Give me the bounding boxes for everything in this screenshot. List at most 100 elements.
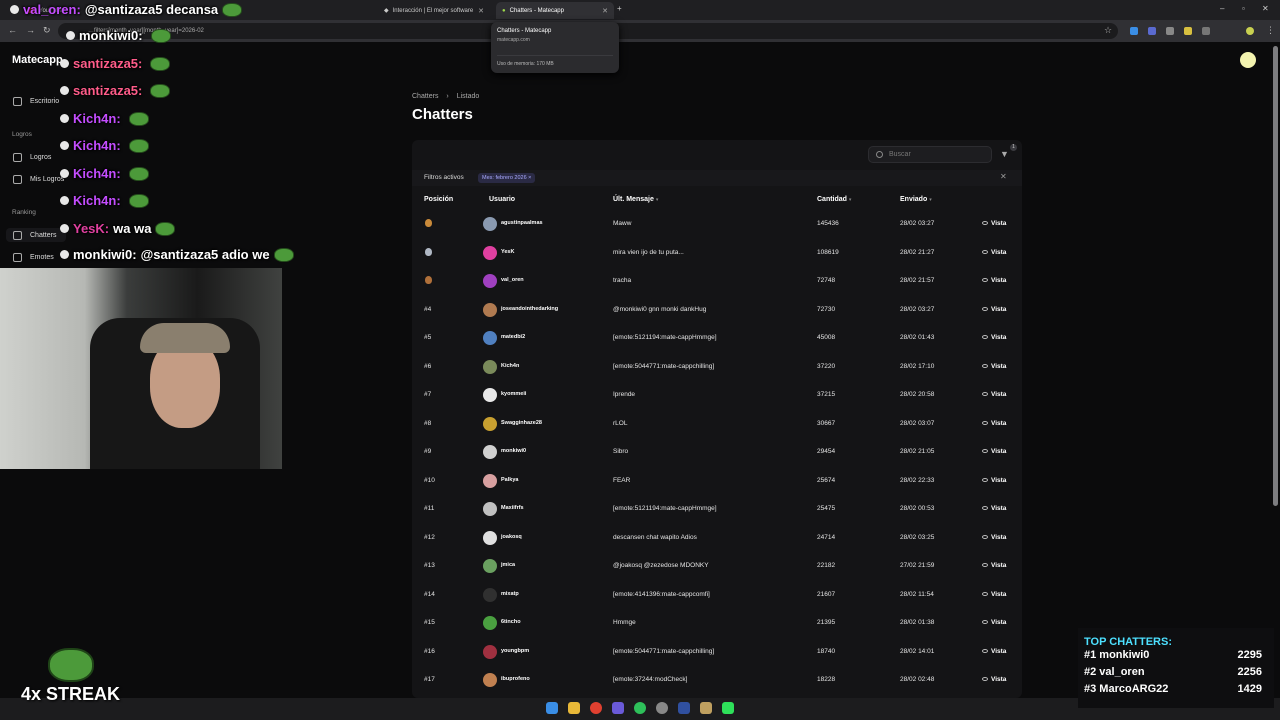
row-username: kyommeii [501, 391, 527, 397]
row-position: #7 [424, 391, 432, 398]
filter-chip-month[interactable]: Mes: febrero 2026 × [478, 173, 536, 183]
row-count: 72730 [817, 305, 836, 313]
close-tab-icon[interactable]: ✕ [602, 7, 608, 15]
chat-username: YesK: [73, 221, 110, 236]
view-button[interactable]: Vista [982, 676, 1006, 683]
search-placeholder: Buscar [889, 151, 911, 158]
view-button[interactable]: Vista [982, 420, 1006, 427]
view-label: Vista [991, 419, 1007, 427]
table-row: #15 6tincho Hmmge 21395 28/02 01:38 Vista [412, 609, 1022, 638]
view-button[interactable]: Vista [982, 391, 1006, 398]
close-tab-icon[interactable]: ✕ [478, 7, 484, 15]
theme-toggle-button[interactable] [1240, 52, 1256, 68]
close-window-icon[interactable]: ✕ [1262, 4, 1269, 13]
row-count: 72748 [817, 277, 836, 284]
view-button[interactable]: Vista [982, 249, 1006, 256]
column-header-ultimo-mensaje[interactable]: Últ. Mensaje ▾ [613, 196, 658, 203]
view-button[interactable]: Vista [982, 363, 1006, 370]
chat-username: monkiwi0: [79, 28, 143, 43]
page-scrollbar[interactable] [1273, 46, 1278, 506]
chat-text: @santizaza5 decansa [84, 2, 219, 17]
avatar [483, 331, 497, 345]
extension-icon[interactable] [1148, 27, 1156, 35]
minimize-icon[interactable]: – [1220, 4, 1224, 13]
search-input[interactable]: Buscar [868, 146, 992, 163]
extensions-puzzle-icon[interactable] [1202, 27, 1210, 35]
chrome-icon[interactable] [590, 702, 602, 714]
filter-icon[interactable]: ▼ [1000, 149, 1009, 159]
row-username: monkiwi0 [501, 448, 527, 454]
view-button[interactable]: Vista [982, 306, 1006, 313]
view-label: Vista [991, 590, 1007, 598]
row-last-message: [emote:5121194:mate-cappHmmge] [613, 334, 717, 341]
table-row: #7 kyommeii Iprende 37215 28/02 20:58 Vista [412, 381, 1022, 410]
view-button[interactable]: Vista [982, 562, 1006, 569]
maximize-icon[interactable]: ▫ [1242, 4, 1245, 13]
steam-icon[interactable] [678, 702, 690, 714]
eye-icon [982, 563, 988, 568]
extension-icon[interactable] [1166, 27, 1174, 35]
breadcrumb-chatters-link[interactable]: Chatters [412, 93, 438, 100]
remove-filter-icon[interactable]: × [528, 175, 531, 181]
row-sent-date: 27/02 21:59 [900, 562, 935, 569]
view-button[interactable]: Vista [982, 648, 1006, 655]
obs-icon[interactable] [656, 702, 668, 714]
row-count: 18228 [817, 676, 836, 683]
view-button[interactable]: Vista [982, 477, 1006, 484]
extension-icon[interactable] [1184, 27, 1192, 35]
row-sent-date: 28/02 01:43 [900, 334, 935, 341]
row-username: Swagginhaze28 [501, 419, 542, 426]
bookmark-star-icon[interactable]: ☆ [1104, 25, 1112, 36]
view-label: Vista [991, 220, 1007, 227]
avatar [483, 217, 497, 231]
avatar [483, 673, 497, 687]
windows-start-icon[interactable] [546, 702, 558, 714]
view-button[interactable]: Vista [982, 220, 1006, 227]
clear-filters-icon[interactable]: ✕ [1000, 172, 1007, 181]
view-button[interactable]: Vista [982, 591, 1006, 598]
hover-card-title: Chatters - Matecapp [497, 28, 552, 34]
table-row: #11 Maxiifrfs [emote:5121194:mate-cappHmmg… [412, 495, 1022, 524]
medal-icon [425, 247, 432, 256]
column-header-posicion: Posición [424, 196, 454, 203]
tab-interaccion[interactable]: ◆ Interacción | El mejor software ✕ [378, 2, 490, 19]
view-button[interactable]: Vista [982, 619, 1006, 626]
extension-icon[interactable] [1130, 27, 1138, 35]
top-chatters-title: TOP CHATTERS: [1084, 636, 1173, 648]
eye-icon [982, 335, 988, 340]
column-header-label: Últ. Mensaje [613, 196, 654, 203]
menu-icon[interactable]: ⋮ [1266, 25, 1275, 36]
view-button[interactable]: Vista [982, 334, 1006, 341]
eye-icon [982, 306, 988, 311]
tab-chatters[interactable]: ● Chatters - Matecapp ✕ [496, 2, 614, 19]
streamer-cap [140, 323, 230, 353]
row-position: #13 [424, 562, 435, 569]
column-header-usuario[interactable]: Usuario [489, 196, 515, 203]
view-button[interactable]: Vista [982, 505, 1006, 512]
file-explorer-icon[interactable] [568, 702, 580, 714]
eye-icon [982, 363, 988, 368]
chat-badge-icon [60, 86, 69, 95]
app-icon[interactable] [700, 702, 712, 714]
avatar [483, 445, 497, 459]
row-sent-date: 28/02 17:10 [900, 362, 935, 370]
search-icon [876, 151, 883, 158]
pepe-emote-icon [273, 247, 294, 262]
row-position: #9 [424, 448, 432, 455]
new-tab-icon[interactable]: + [617, 4, 622, 13]
kick-icon[interactable] [722, 702, 734, 714]
chat-badge-icon [10, 5, 19, 14]
view-label: Vista [991, 305, 1007, 313]
column-header-enviado[interactable]: Enviado ▾ [900, 196, 932, 203]
view-label: Vista [991, 505, 1007, 512]
app-icon[interactable] [612, 702, 624, 714]
row-position: #6 [424, 362, 432, 370]
view-button[interactable]: Vista [982, 448, 1006, 455]
view-button[interactable]: Vista [982, 277, 1006, 284]
spotify-icon[interactable] [634, 702, 646, 714]
view-button[interactable]: Vista [982, 534, 1006, 541]
profile-avatar[interactable] [1246, 27, 1254, 35]
chat-username: val_oren: [23, 2, 81, 17]
eye-icon [982, 677, 988, 682]
column-header-cantidad[interactable]: Cantidad ▾ [817, 196, 851, 203]
